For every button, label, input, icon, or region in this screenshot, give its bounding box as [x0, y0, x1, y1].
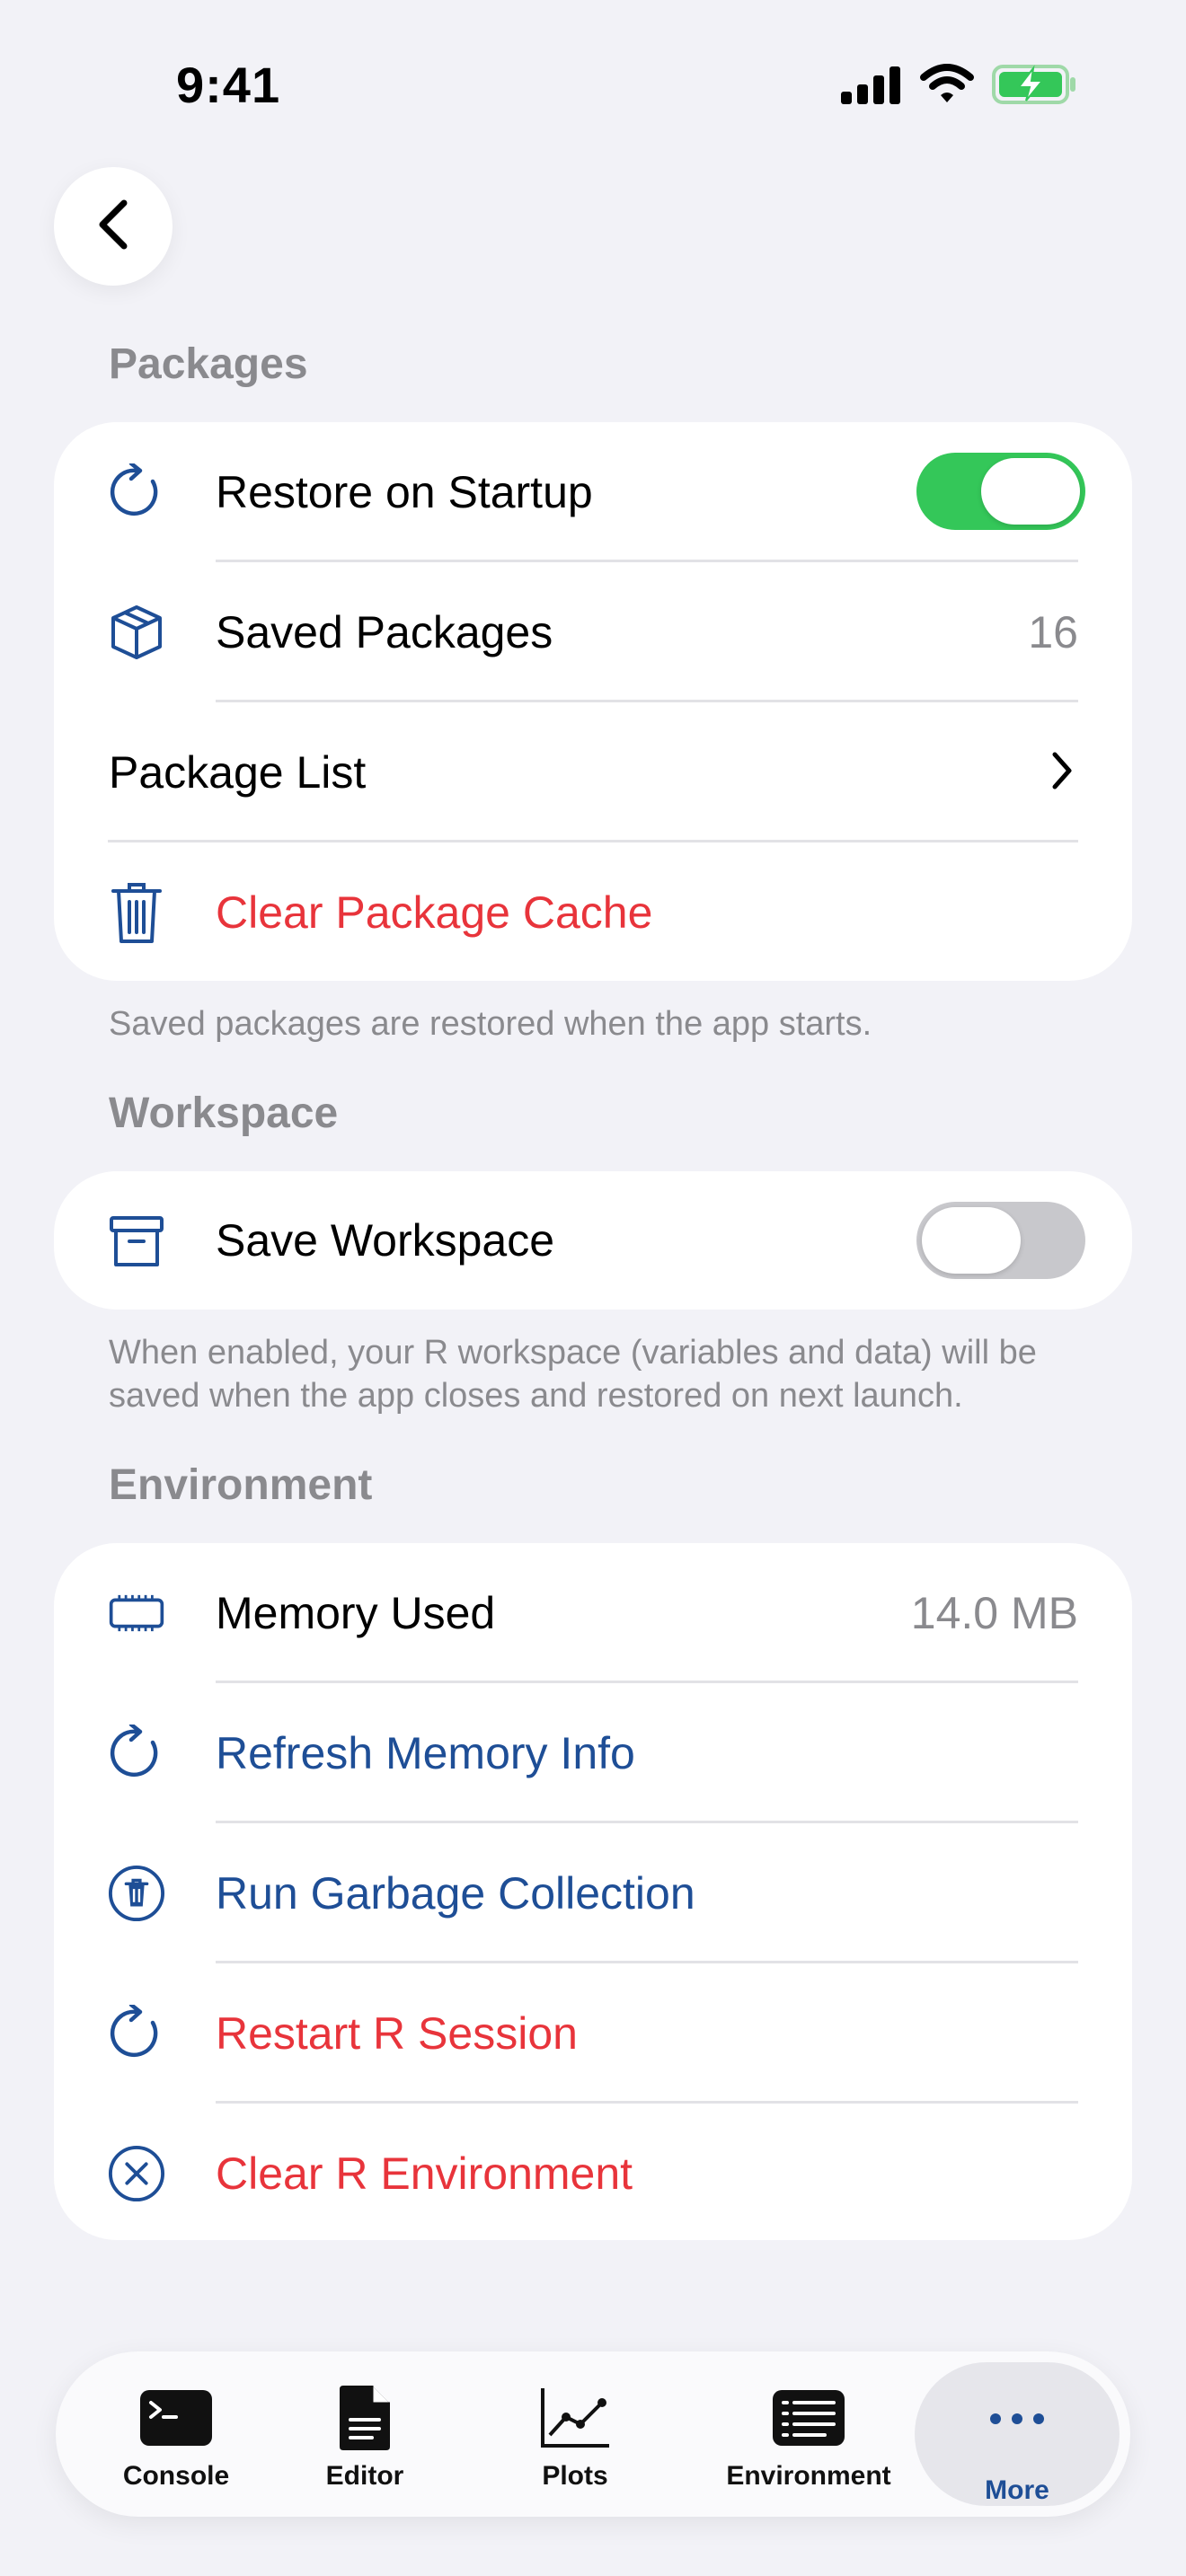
- line-chart-icon: [539, 2384, 611, 2452]
- tab-label: Plots: [542, 2461, 608, 2491]
- tab-label: More: [985, 2475, 1049, 2505]
- clear-package-cache-label: Clear Package Cache: [216, 887, 653, 938]
- garbage-collection-row[interactable]: Run Garbage Collection: [54, 1823, 1132, 1963]
- tab-environment[interactable]: Environment: [701, 2351, 916, 2517]
- list-icon: [771, 2384, 846, 2452]
- battery-charging-icon: [992, 65, 1078, 109]
- restore-on-startup-row: Restore on Startup: [54, 422, 1132, 562]
- workspace-footnote: When enabled, your R workspace (variable…: [109, 1334, 1037, 1415]
- packages-card: Restore on Startup Saved Packages 16 Pac…: [54, 422, 1132, 981]
- chevron-left-icon: [93, 198, 133, 256]
- tab-console[interactable]: Console: [88, 2351, 264, 2517]
- packages-section-header: Packages: [109, 340, 308, 388]
- restore-on-startup-toggle[interactable]: [916, 453, 1085, 530]
- saved-packages-row: Saved Packages 16: [54, 562, 1132, 702]
- refresh-icon: [108, 2005, 165, 2062]
- tab-more[interactable]: More: [915, 2362, 1120, 2506]
- document-icon: [336, 2384, 394, 2452]
- trash-circle-icon: [108, 1865, 165, 1922]
- package-box-icon: [108, 604, 165, 661]
- packages-footnote: Saved packages are restored when the app…: [109, 1005, 872, 1043]
- refresh-icon: [108, 463, 165, 521]
- tab-label: Editor: [325, 2461, 404, 2491]
- clear-package-cache-row[interactable]: Clear Package Cache: [54, 842, 1132, 983]
- workspace-card: Save Workspace: [54, 1171, 1132, 1310]
- environment-section-header: Environment: [109, 1461, 373, 1509]
- saved-packages-label: Saved Packages: [216, 607, 553, 657]
- status-time: 9:41: [176, 57, 281, 113]
- tab-label: Environment: [726, 2461, 891, 2491]
- tab-bar: Console Editor Plots Environment More: [56, 2351, 1130, 2517]
- save-workspace-label: Save Workspace: [216, 1215, 555, 1266]
- restart-session-label: Restart R Session: [216, 2008, 578, 2059]
- x-circle-icon: [108, 2145, 165, 2202]
- package-list-row[interactable]: Package List: [54, 702, 1132, 842]
- memory-chip-icon: [108, 1584, 165, 1642]
- memory-used-value: 14.0 MB: [910, 1588, 1078, 1638]
- garbage-collection-label: Run Garbage Collection: [216, 1868, 695, 1919]
- tab-label: Console: [122, 2461, 230, 2491]
- chevron-right-icon: [1049, 749, 1075, 797]
- clear-environment-label: Clear R Environment: [216, 2148, 633, 2199]
- archive-box-icon: [108, 1213, 165, 1270]
- saved-packages-count: 16: [1028, 607, 1078, 657]
- refresh-icon: [108, 1725, 165, 1782]
- clear-environment-row[interactable]: Clear R Environment: [54, 2104, 1132, 2244]
- wifi-icon: [920, 63, 974, 109]
- save-workspace-row: Save Workspace: [54, 1171, 1132, 1310]
- back-button[interactable]: [54, 167, 173, 286]
- terminal-icon: [138, 2384, 214, 2452]
- refresh-memory-label: Refresh Memory Info: [216, 1728, 635, 1778]
- package-list-label: Package List: [109, 747, 367, 798]
- refresh-memory-row[interactable]: Refresh Memory Info: [54, 1683, 1132, 1823]
- tab-editor[interactable]: Editor: [309, 2351, 420, 2517]
- cellular-signal-icon: [841, 66, 902, 109]
- trash-icon: [108, 883, 165, 943]
- ellipsis-icon: [988, 2386, 1046, 2452]
- restore-on-startup-label: Restore on Startup: [216, 467, 593, 517]
- environment-card: Memory Used 14.0 MB Refresh Memory Info …: [54, 1543, 1132, 2240]
- tab-plots[interactable]: Plots: [519, 2351, 631, 2517]
- memory-used-row: Memory Used 14.0 MB: [54, 1543, 1132, 1683]
- restart-session-row[interactable]: Restart R Session: [54, 1963, 1132, 2104]
- save-workspace-toggle[interactable]: [916, 1202, 1085, 1279]
- workspace-section-header: Workspace: [109, 1090, 339, 1137]
- memory-used-label: Memory Used: [216, 1588, 496, 1638]
